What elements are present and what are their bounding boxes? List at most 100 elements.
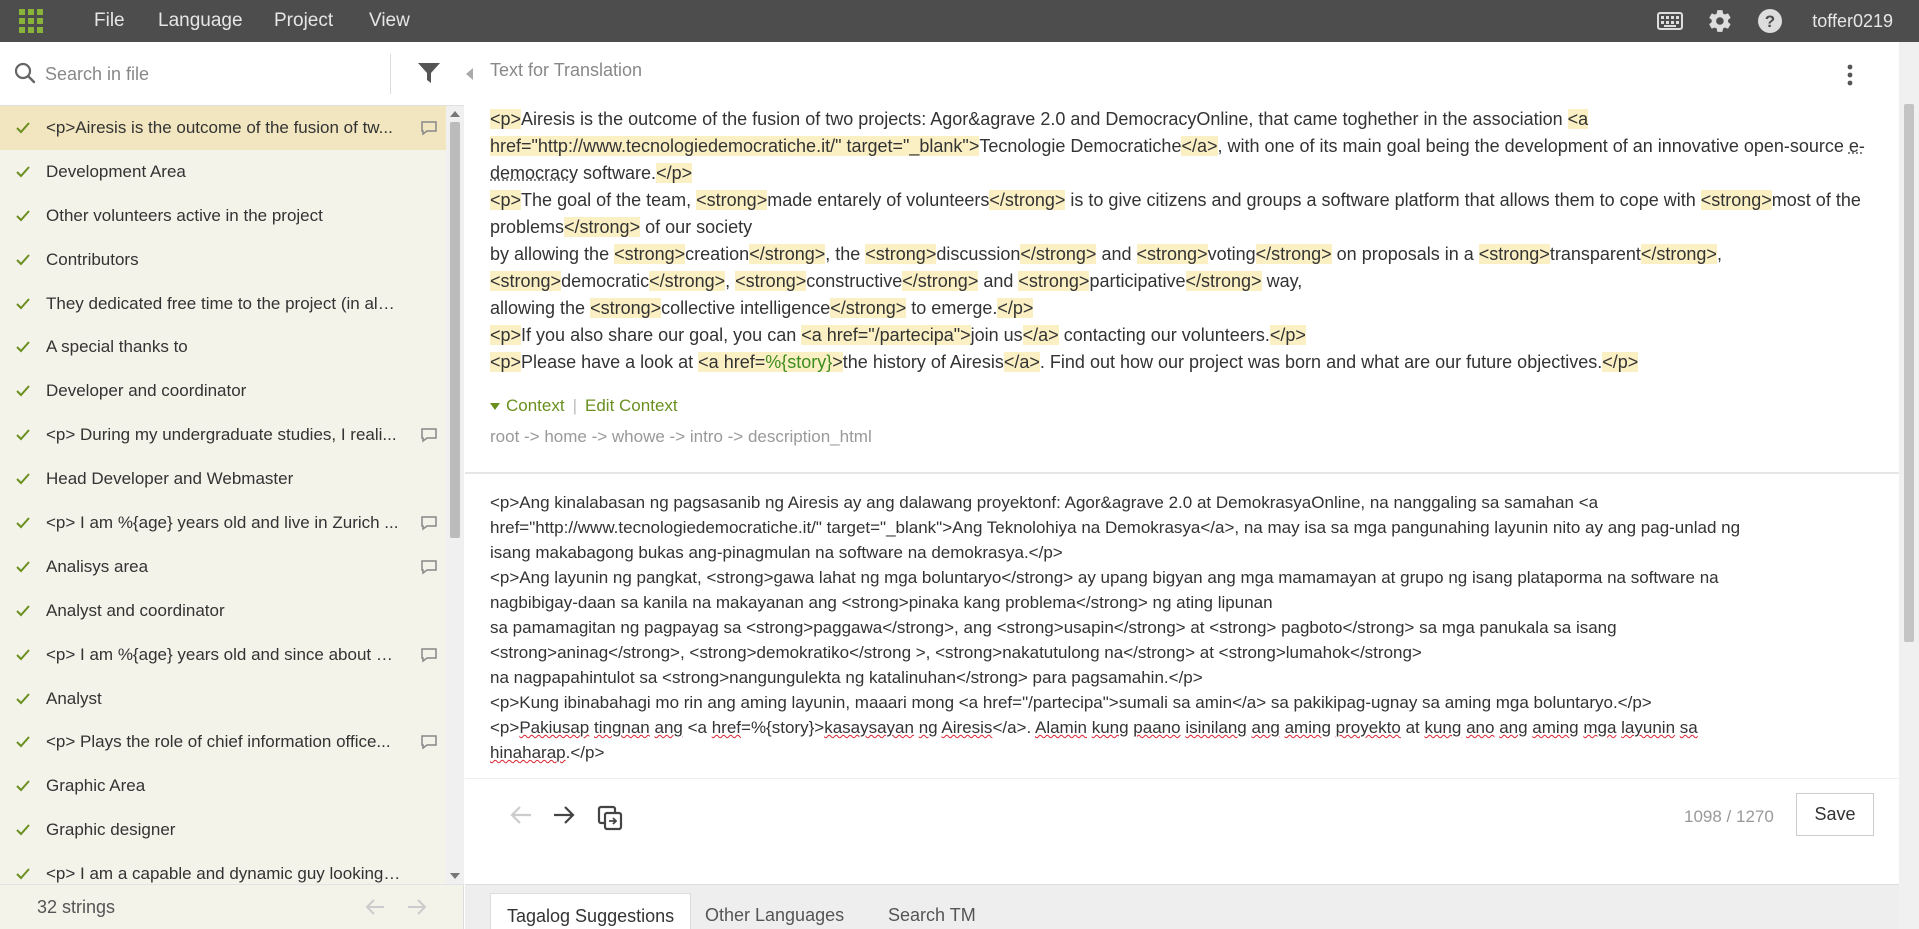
check-icon [0,210,46,222]
string-list-item[interactable]: Analisys area [0,545,446,589]
string-list-item[interactable]: <p>Airesis is the outcome of the fusion … [0,106,446,150]
string-item-text: Analyst [46,689,412,709]
string-list-item[interactable]: Analyst and coordinator [0,589,446,633]
edit-context-link[interactable]: Edit Context [585,396,678,416]
copy-source-icon[interactable] [596,804,624,837]
help-icon[interactable]: ? [1757,7,1783,35]
tab-other-languages[interactable]: Other Languages [689,893,860,929]
search-input[interactable] [45,58,375,90]
check-icon [0,824,46,836]
search-divider [390,54,391,94]
string-item-text: Developer and coordinator [46,381,412,401]
sidebar-footer: 32 strings [0,884,464,929]
check-icon [0,736,46,748]
tab-search-tm[interactable]: Search TM [872,893,992,929]
scroll-thumb[interactable] [450,122,460,538]
string-list-item[interactable]: Head Developer and Webmaster [0,457,446,501]
string-item-text: Head Developer and Webmaster [46,469,412,489]
string-item-text: <p> I am %{age} years old and live in Zu… [46,513,412,533]
string-item-text: Graphic Area [46,776,412,796]
keyboard-icon[interactable] [1657,7,1683,35]
apps-button[interactable] [0,0,62,42]
string-item-text: <p>Airesis is the outcome of the fusion … [46,118,412,138]
next-string-icon[interactable] [552,804,576,831]
comment-icon[interactable] [412,120,446,136]
editor-scrollbar[interactable] [1899,42,1919,929]
string-list-item[interactable]: Other volunteers active in the project [0,194,446,238]
comment-icon[interactable] [412,734,446,750]
save-button[interactable]: Save [1796,793,1874,836]
suggestion-tabs: Tagalog Suggestions Other Languages Sear… [465,884,1899,929]
string-item-text: <p> I am %{age} years old and since abou… [46,645,412,665]
sidebar: <p>Airesis is the outcome of the fusion … [0,42,464,929]
comment-icon[interactable] [412,647,446,663]
menu-view[interactable]: View [369,0,410,42]
menu-file[interactable]: File [94,0,125,42]
check-icon [0,298,46,310]
string-item-text: Other volunteers active in the project [46,206,412,226]
user-menu[interactable]: toffer0219 [1812,0,1893,42]
check-icon [0,649,46,661]
string-list-item[interactable]: <p> Plays the role of chief information … [0,720,446,764]
scroll-up-icon[interactable] [450,111,460,117]
check-icon [0,561,46,573]
comment-icon[interactable] [412,559,446,575]
previous-string-icon[interactable] [509,804,533,831]
string-list-item[interactable]: Contributors [0,238,446,282]
string-item-text: Graphic designer [46,820,412,840]
previous-page-icon[interactable] [364,897,386,922]
check-icon [0,780,46,792]
string-list-item[interactable]: Analyst [0,677,446,721]
check-icon [0,385,46,397]
source-text: <p>Airesis is the outcome of the fusion … [490,106,1890,376]
context-toggle-row: Context | Edit Context [490,396,678,416]
check-icon [0,693,46,705]
string-item-text: They dedicated free time to the project … [46,294,412,314]
string-list-item[interactable]: They dedicated free time to the project … [0,282,446,326]
string-list-item[interactable]: Development Area [0,150,446,194]
editor-main: Text for Translation <p>Airesis is the o… [465,42,1899,929]
comment-icon[interactable] [412,427,446,443]
more-options-icon[interactable] [1847,64,1853,91]
string-list-item[interactable]: <p> I am %{age} years old and live in Zu… [0,501,446,545]
context-toggle[interactable]: Context [506,396,565,416]
next-page-icon[interactable] [406,897,428,922]
check-icon [0,341,46,353]
translation-editor[interactable]: <p>Ang kinalabasan ng pagsasanib ng Aire… [490,490,1890,765]
scroll-down-icon[interactable] [450,873,460,879]
editor-divider [465,472,1899,474]
string-list-item[interactable]: Developer and coordinator [0,369,446,413]
string-list-item[interactable]: <p> I am %{age} years old and since abou… [0,633,446,677]
string-item-text: Analisys area [46,557,412,577]
search-bar [0,42,464,106]
gear-icon[interactable] [1707,7,1733,35]
check-icon [0,122,46,134]
string-list-scrollbar[interactable] [446,106,464,884]
string-list-item[interactable]: Graphic designer [0,808,446,852]
strings-count: 32 strings [37,897,115,918]
string-list-item[interactable]: Graphic Area [0,764,446,808]
string-item-text: <p> During my undergraduate studies, I r… [46,425,412,445]
string-list: <p>Airesis is the outcome of the fusion … [0,106,446,884]
menu-project[interactable]: Project [274,0,333,42]
menu-language[interactable]: Language [158,0,243,42]
caret-down-icon [490,403,500,410]
editor-scroll-thumb[interactable] [1904,104,1914,642]
string-list-item[interactable]: <p> I am a capable and dynamic guy looki… [0,852,446,884]
comment-icon[interactable] [412,515,446,531]
string-item-text: Development Area [46,162,412,182]
filter-icon[interactable] [416,60,442,91]
string-list-item[interactable]: A special thanks to [0,325,446,369]
check-icon [0,254,46,266]
top-bar: File Language Project View ? toffer0219 [0,0,1919,42]
string-list-item[interactable]: <p> During my undergraduate studies, I r… [0,413,446,457]
apps-grid-icon [19,9,43,33]
context-separator: | [573,396,577,416]
tab-tagalog-suggestions[interactable]: Tagalog Suggestions [490,893,691,929]
string-item-text: Contributors [46,250,412,270]
search-icon [14,62,36,89]
source-header: Text for Translation [490,60,642,81]
string-item-text: Analyst and coordinator [46,601,412,621]
string-item-text: A special thanks to [46,337,412,357]
check-icon [0,868,46,880]
